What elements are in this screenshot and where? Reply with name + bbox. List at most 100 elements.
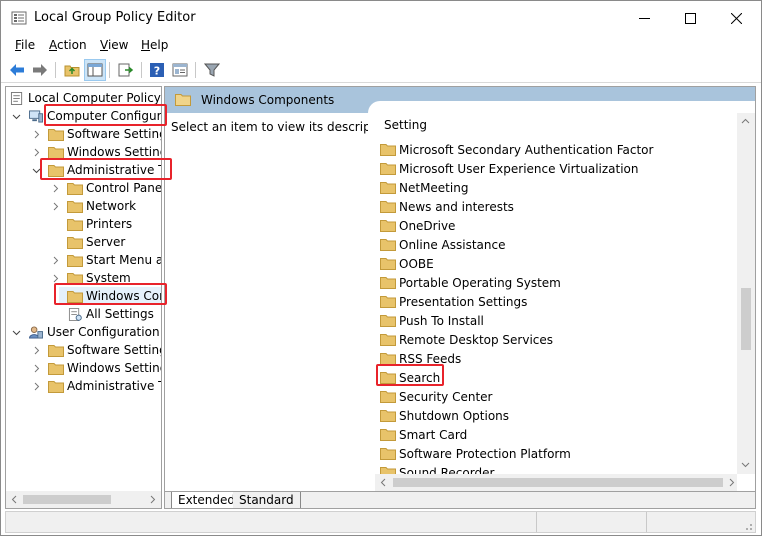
setting-row[interactable]: Search (380, 368, 440, 387)
show-hide-tree-icon (87, 63, 103, 77)
menu-action-accelerator: A (49, 38, 57, 52)
resize-grip-icon[interactable] (741, 519, 753, 531)
tree-item-uc-software-settings[interactable]: Software Settings (31, 341, 161, 359)
list-vscroll-thumb[interactable] (741, 288, 751, 350)
folder-icon (67, 182, 83, 195)
setting-row[interactable]: Remote Desktop Services (380, 330, 553, 349)
tree-root[interactable]: Local Computer Policy (9, 89, 161, 107)
filter-button[interactable] (201, 59, 223, 81)
chevron-right-icon[interactable] (31, 363, 41, 373)
chevron-right-icon[interactable] (50, 183, 60, 193)
menu-help[interactable]: Help (141, 38, 168, 52)
back-button[interactable] (6, 59, 28, 81)
scroll-right-icon[interactable] (727, 478, 736, 487)
tree-item-uc-administrative-templates[interactable]: Administrative Te (31, 377, 161, 395)
setting-row[interactable]: Security Center (380, 387, 492, 406)
setting-row[interactable]: Microsoft Secondary Authentication Facto… (380, 140, 653, 159)
tree-item-all-settings[interactable]: All Settings (67, 305, 154, 323)
setting-row[interactable]: OOBE (380, 254, 434, 273)
setting-label: Presentation Settings (399, 294, 528, 309)
minimize-button[interactable] (621, 1, 667, 35)
setting-row[interactable]: Presentation Settings (380, 292, 527, 311)
tab-extended[interactable]: Extended (171, 492, 242, 508)
scroll-down-icon[interactable] (741, 460, 750, 469)
setting-row[interactable]: OneDrive (380, 216, 455, 235)
maximize-button[interactable] (667, 1, 713, 35)
export-list-button[interactable] (115, 59, 137, 81)
tree-pane[interactable]: Local Computer Policy Computer Configura… (5, 86, 162, 509)
policy-document-icon (10, 91, 23, 105)
folder-icon (175, 94, 191, 106)
tree-label-printers: Printers (86, 217, 133, 231)
tab-standard[interactable]: Standard (233, 492, 301, 508)
chevron-right-icon[interactable] (50, 273, 60, 283)
forward-button[interactable] (29, 59, 51, 81)
tree-label-cc-windows-settings: Windows Setting (67, 145, 162, 159)
tree-item-windows-components[interactable]: Windows Cor (59, 287, 161, 305)
menu-file[interactable]: File (15, 38, 35, 52)
setting-row[interactable]: Smart Card (380, 425, 467, 444)
tree-item-control-panel[interactable]: Control Panel (50, 179, 161, 197)
show-hide-tree-button[interactable] (84, 59, 106, 81)
scroll-left-icon[interactable] (379, 478, 388, 487)
close-icon (730, 12, 742, 24)
column-header-setting[interactable]: Setting (384, 118, 427, 132)
setting-row[interactable]: Portable Operating System (380, 273, 561, 292)
chevron-right-icon[interactable] (31, 129, 41, 139)
menu-view[interactable]: View (100, 38, 128, 52)
setting-row[interactable]: NetMeeting (380, 178, 468, 197)
tree-item-computer-configuration[interactable]: Computer Configura (11, 107, 161, 125)
properties-button[interactable] (169, 59, 191, 81)
chevron-down-icon[interactable] (11, 111, 21, 121)
tree-label-system: System (86, 271, 131, 285)
folder-icon (380, 201, 396, 213)
tree-item-cc-software-settings[interactable]: Software Settings (31, 125, 161, 143)
tree-item-cc-administrative-templates[interactable]: Administrative Te (31, 161, 161, 179)
tree-horizontal-scrollbar[interactable] (6, 491, 161, 508)
chevron-right-icon[interactable] (31, 381, 41, 391)
folder-icon (380, 410, 396, 422)
list-hscroll-thumb[interactable] (393, 478, 723, 487)
folder-icon (67, 218, 83, 231)
folder-icon (67, 254, 83, 267)
policy-editor-icon (11, 11, 27, 25)
help-button[interactable]: ? (146, 59, 168, 81)
user-icon (29, 325, 43, 339)
tree-item-cc-windows-settings[interactable]: Windows Setting (31, 143, 162, 161)
up-one-level-button[interactable] (61, 59, 83, 81)
list-vertical-scrollbar[interactable] (737, 113, 755, 474)
setting-row[interactable]: RSS Feeds (380, 349, 461, 368)
menu-file-label: ile (21, 38, 36, 52)
tree-item-server[interactable]: Server (67, 233, 125, 251)
setting-row[interactable]: News and interests (380, 197, 514, 216)
chevron-right-icon[interactable] (50, 201, 60, 211)
folder-icon (380, 334, 396, 346)
chevron-right-icon[interactable] (50, 255, 60, 265)
close-button[interactable] (713, 1, 759, 35)
chevron-down-icon[interactable] (31, 165, 41, 175)
setting-row[interactable]: Software Protection Platform (380, 444, 571, 463)
setting-row[interactable]: Microsoft User Experience Virtualization (380, 159, 639, 178)
title-bar[interactable]: Local Group Policy Editor (1, 1, 761, 35)
scroll-right-icon[interactable] (148, 495, 157, 504)
settings-list[interactable]: Setting Microsoft Secondary Authenticati… (368, 101, 755, 480)
tree-item-network[interactable]: Network (50, 197, 136, 215)
setting-row[interactable]: Shutdown Options (380, 406, 509, 425)
folder-icon (380, 277, 396, 289)
tree-item-uc-windows-settings[interactable]: Windows Setting (31, 359, 161, 377)
scroll-left-icon[interactable] (10, 495, 19, 504)
tree-item-printers[interactable]: Printers (67, 215, 132, 233)
list-horizontal-scrollbar[interactable] (375, 474, 737, 491)
chevron-right-icon[interactable] (31, 147, 41, 157)
tree-item-user-configuration[interactable]: User Configuration (11, 323, 160, 341)
chevron-down-icon[interactable] (11, 327, 21, 337)
tree-item-start-menu[interactable]: Start Menu ar (50, 251, 161, 269)
chevron-right-icon[interactable] (31, 345, 41, 355)
scroll-up-icon[interactable] (741, 117, 750, 126)
setting-row[interactable]: Push To Install (380, 311, 484, 330)
tree-item-system[interactable]: System (50, 269, 131, 287)
menu-action[interactable]: Action (49, 38, 87, 52)
tree-hscroll-thumb[interactable] (23, 495, 111, 504)
folder-icon (380, 448, 396, 460)
setting-row[interactable]: Online Assistance (380, 235, 505, 254)
